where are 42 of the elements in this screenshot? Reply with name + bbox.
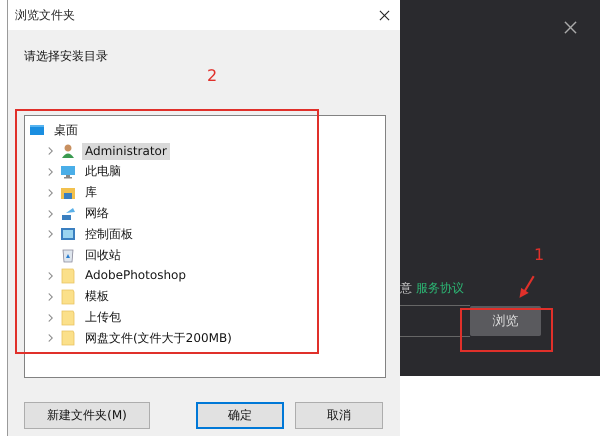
tree-item[interactable]: 库 [82, 184, 100, 202]
user-icon [60, 143, 76, 160]
expand-icon[interactable] [47, 333, 54, 344]
window-title: 浏览文件夹 [15, 6, 75, 24]
network-icon [60, 206, 76, 222]
tree-item[interactable]: 上传包 [82, 309, 124, 326]
prompt-text: 请选择安装目录 [24, 48, 109, 64]
close-icon[interactable] [564, 21, 577, 34]
folder-icon [60, 268, 76, 284]
tree-item[interactable]: 模板 [82, 288, 112, 306]
dialog-button[interactable]: 取消 [295, 402, 383, 429]
agree-text: 意 [400, 280, 412, 297]
annotation-arrow [517, 274, 537, 300]
tree-item[interactable]: 控制面板 [82, 226, 136, 243]
expand-icon[interactable] [47, 312, 54, 323]
expand-icon[interactable] [47, 208, 54, 219]
browse-button[interactable]: 浏览 [470, 306, 541, 336]
expand-icon[interactable] [47, 229, 54, 240]
folder-icon [60, 310, 76, 326]
tree-item[interactable]: 网络 [82, 205, 112, 222]
folder-icon [60, 288, 76, 305]
tree-item[interactable]: 回收站 [82, 246, 124, 264]
expand-icon[interactable] [47, 188, 54, 198]
folder-icon [60, 330, 76, 346]
tree-item[interactable]: 桌面 [51, 122, 81, 139]
tree-item[interactable]: 网盘文件(文件大于200MB) [82, 330, 235, 347]
new-folder-button[interactable]: 新建文件夹(M) [24, 402, 150, 429]
tree-item[interactable]: Administrator [82, 142, 170, 160]
recycle-bin-icon [60, 247, 76, 264]
tree-item[interactable]: 此电脑 [82, 163, 124, 180]
control-panel-icon [60, 226, 76, 242]
dialog-button[interactable]: 确定 [196, 402, 284, 429]
close-icon[interactable] [379, 10, 390, 20]
expand-icon[interactable] [47, 146, 54, 156]
tree-item[interactable]: AdobePhotoshop [82, 267, 190, 284]
computer-icon [60, 164, 76, 180]
expand-icon[interactable] [47, 270, 54, 281]
expand-icon[interactable] [47, 166, 54, 177]
expand-icon[interactable] [47, 292, 54, 302]
annotation-number: 1 [534, 245, 544, 264]
agreement-link[interactable]: 服务协议 [416, 280, 464, 297]
annotation-number: 2 [207, 66, 218, 85]
